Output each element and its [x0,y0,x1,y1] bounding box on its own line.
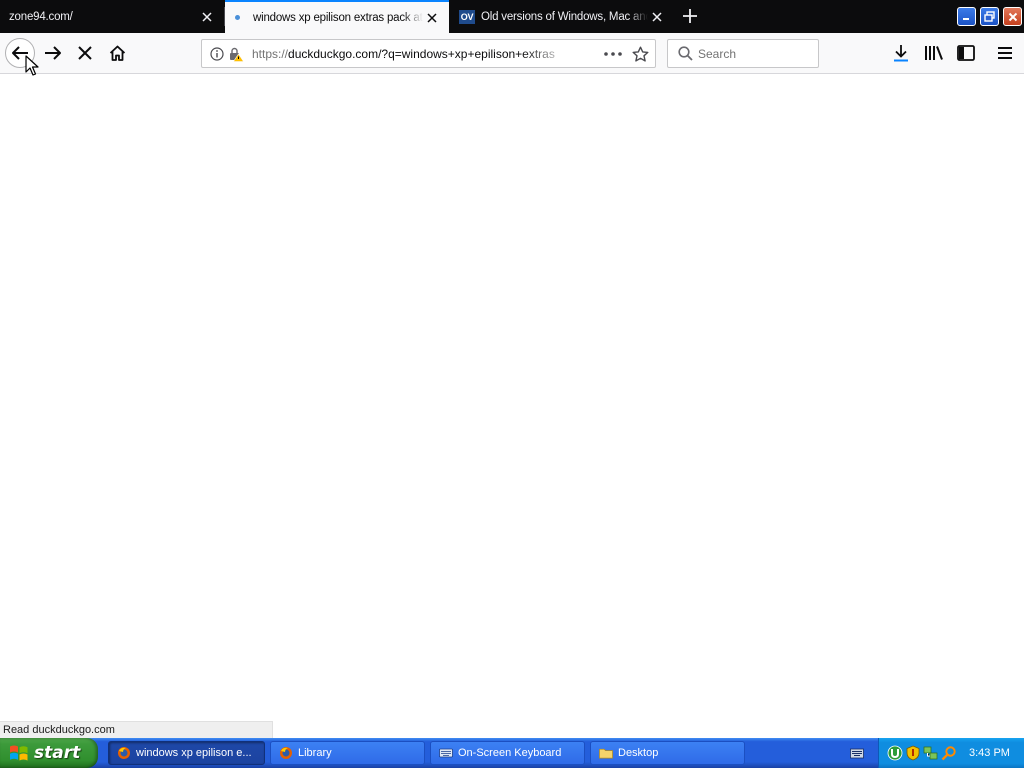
new-tab-button[interactable] [679,5,701,27]
firefox-icon [117,746,131,760]
taskbar-item-firefox[interactable]: windows xp epilison e... [108,741,265,765]
taskbar-item-label: Library [298,747,332,759]
tab-strip: zone94.com/ windows xp epilison extras p… [0,0,1024,33]
utorrent-icon[interactable] [887,745,903,761]
search-input[interactable] [698,46,808,61]
page-actions-icon[interactable] [603,46,623,62]
home-button[interactable] [102,38,132,68]
system-tray: 3:43 PM [878,738,1024,768]
minimize-button[interactable] [957,7,976,26]
tab-title: zone94.com/ [9,10,73,23]
navigation-toolbar: https://duckduckgo.com/?q=windows+xp+epi… [0,33,1024,74]
taskbar-item-library[interactable]: Library [270,741,425,765]
download-arrow-icon [894,45,908,62]
sidebar-icon [957,45,975,61]
taskbar-item-desktop[interactable]: Desktop [590,741,745,765]
close-tab-icon[interactable] [648,8,666,26]
windows-taskbar: start windows xp epilison e... Library O… [0,738,1024,768]
start-button[interactable]: start [0,738,98,768]
restore-icon [984,11,995,22]
windows-logo-icon [10,745,28,761]
taskbar-item-label: windows xp epilison e... [136,747,252,759]
loading-dot-icon [235,15,240,20]
site-info-icon[interactable] [210,46,224,61]
library-icon [925,46,943,60]
search-icon [677,46,693,62]
restore-button[interactable] [980,7,999,26]
minimize-icon [963,18,969,20]
network-icon[interactable] [923,745,939,761]
close-window-button[interactable] [1003,7,1022,26]
home-icon [109,45,125,61]
hamburger-menu-icon [998,47,1012,59]
stop-x-icon [78,46,92,60]
close-icon [1008,12,1017,21]
sidebar-button[interactable] [955,42,977,64]
security-shield-icon[interactable] [905,745,921,761]
tab-zone94[interactable]: zone94.com/ [0,0,224,33]
url-text[interactable]: https://duckduckgo.com/?q=windows+xp+epi… [252,47,570,61]
downloads-button[interactable] [890,42,912,64]
close-tab-icon[interactable] [198,8,216,26]
bookmark-star-icon[interactable] [631,45,649,63]
url-scheme: https:// [252,46,289,61]
plus-icon [683,9,697,23]
window-controls [957,0,1024,33]
forward-arrow-icon [45,46,61,60]
mouse-cursor-icon [25,55,39,76]
search-bar[interactable] [667,39,819,68]
address-bar[interactable]: https://duckduckgo.com/?q=windows+xp+epi… [201,39,656,68]
lock-warning-icon[interactable] [228,46,244,62]
status-bar: Read duckduckgo.com [0,721,273,738]
library-button[interactable] [923,42,945,64]
tab-duckduckgo[interactable]: windows xp epilison extras pack at DuckD… [225,0,449,33]
page-content [0,74,1024,721]
oldversion-favicon-icon: OV [459,9,475,24]
stop-button[interactable] [70,38,100,68]
taskbar-item-label: On-Screen Keyboard [458,747,562,759]
close-tab-icon[interactable] [423,9,441,27]
url-path: duckduckgo.com/?q=windows+xp+epilison+ex… [288,46,555,61]
tab-title: Old versions of Windows, Mac and Linux s… [481,10,648,23]
library-icon [279,746,293,760]
tab-title: windows xp epilison extras pack at DuckD… [253,11,423,24]
tab-old-versions[interactable]: OV Old versions of Windows, Mac and Linu… [450,0,674,33]
folder-icon [599,746,613,760]
taskbar-item-on-screen-keyboard[interactable]: On-Screen Keyboard [430,741,585,765]
search-tray-icon[interactable] [941,745,957,761]
forward-button[interactable] [38,38,68,68]
language-bar-keyboard-icon[interactable] [849,746,865,760]
menu-button[interactable] [994,42,1016,64]
keyboard-icon [439,746,453,760]
taskbar-clock[interactable]: 3:43 PM [969,747,1010,759]
taskbar-item-label: Desktop [618,747,659,759]
start-label: start [34,743,81,763]
